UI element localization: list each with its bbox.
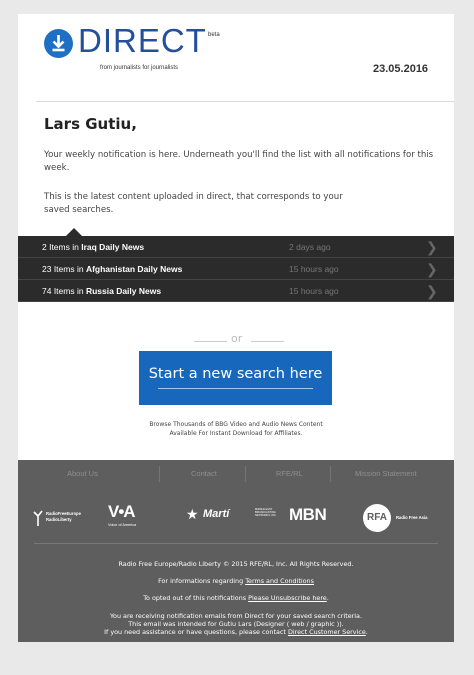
email-card: DIRECT beta from journalists for journal… <box>18 14 454 642</box>
header-divider <box>36 101 454 102</box>
chevron-right-icon[interactable]: ❯ <box>426 283 438 300</box>
saved-search-list: 2 Items in Iraq Daily News 2 days ago ❯ … <box>18 236 454 302</box>
intro-text-2: This is the latest content uploaded in d… <box>44 192 343 215</box>
direct-logo-icon <box>44 29 73 58</box>
chevron-right-icon[interactable]: ❯ <box>426 261 438 278</box>
terms-link[interactable]: Terms and Conditions <box>245 577 314 585</box>
row-label: 74 Items in Russia Daily News <box>42 286 162 296</box>
voa-sub: Voice of America <box>108 523 137 527</box>
assist-prefix: If you need assistance or have questions… <box>104 628 288 636</box>
new-search-button[interactable]: Start a new search here <box>139 351 332 405</box>
marti-logo[interactable]: ★ Martí <box>186 506 229 524</box>
terms-prefix: For informations regarding <box>158 577 246 585</box>
row-label: 2 Items in Iraq Daily News <box>42 242 145 252</box>
greeting: Lars Gutiu, <box>44 115 137 133</box>
rferl-line2: RadioLiberty <box>46 517 72 522</box>
network-logos: RadioFreeEurope RadioLiberty V•A Voice o… <box>18 496 454 538</box>
or-divider-right <box>251 341 284 342</box>
voa-logo[interactable]: V•A Voice of America <box>108 502 136 527</box>
terms-line: For informations regarding Terms and Con… <box>18 577 454 586</box>
voa-mark: V•A <box>108 502 136 521</box>
row-label: 23 Items in Afghanistan Daily News <box>42 264 183 274</box>
optout-suffix: . <box>326 594 329 602</box>
footer-nav: About Us Contact RFE/RL Mission Statemen… <box>18 460 454 490</box>
bbg-note: Browse Thousands of BBG Video and Audio … <box>118 420 354 438</box>
brand-name: DIRECT <box>78 22 207 59</box>
email-header: DIRECT beta from journalists for journal… <box>18 14 454 102</box>
new-search-label: Start a new search here <box>148 366 323 382</box>
assist-line: If you need assistance or have questions… <box>18 628 454 637</box>
footer-nav-separator <box>245 466 246 482</box>
button-underline <box>158 388 313 389</box>
torch-icon <box>33 510 43 526</box>
optout-prefix: To opted out of this notifications <box>143 594 249 602</box>
optout-line: To opted out of this notifications Pleas… <box>18 594 454 603</box>
footer-link-mission[interactable]: Mission Statement <box>355 469 417 478</box>
rfa-mark: RFA <box>363 504 391 532</box>
row-time: 15 hours ago <box>289 286 339 296</box>
footer-nav-separator <box>330 466 331 482</box>
rferl-line1: RadioFreeEurope <box>46 511 81 516</box>
saved-search-row[interactable]: 74 Items in Russia Daily News 15 hours a… <box>18 280 454 302</box>
star-icon: ★ <box>186 506 199 522</box>
customer-service-link[interactable]: Direct Customer Service <box>288 628 366 636</box>
row-time: 15 hours ago <box>289 264 339 274</box>
footer-link-rferl[interactable]: RFE/RL <box>276 469 303 478</box>
saved-search-row[interactable]: 23 Items in Afghanistan Daily News 15 ho… <box>18 258 454 280</box>
or-label: or <box>231 332 243 345</box>
bbg-note-line1: Browse Thousands of BBG Video and Audio … <box>149 421 323 428</box>
email-footer: About Us Contact RFE/RL Mission Statemen… <box>18 460 454 642</box>
mbn-mark: MBN <box>289 505 327 524</box>
chevron-right-icon[interactable]: ❯ <box>426 239 438 256</box>
footer-link-about[interactable]: About Us <box>67 469 98 478</box>
footer-nav-separator <box>159 466 160 482</box>
rfa-text: Radio Free Asia <box>396 515 428 520</box>
intro-text: Your weekly notification is here. Undern… <box>44 150 434 173</box>
footer-divider <box>34 543 438 544</box>
assist-suffix: . <box>365 628 368 636</box>
saved-search-row[interactable]: 2 Items in Iraq Daily News 2 days ago ❯ <box>18 236 454 258</box>
email-date: 23.05.2016 <box>373 63 429 75</box>
brand-tagline: from journalists for journalists <box>100 65 179 71</box>
copyright: Radio Free Europe/Radio Liberty © 2015 R… <box>118 560 354 568</box>
footer-link-contact[interactable]: Contact <box>191 469 217 478</box>
mbn-small-text: MIDDLE EAST BROADCASTING NETWORKS, INC. <box>255 508 277 518</box>
unsubscribe-link[interactable]: Please Unsubscribe here <box>248 594 327 602</box>
row-time: 2 days ago <box>289 242 331 252</box>
or-divider-left <box>194 341 227 342</box>
beta-label: beta <box>208 32 220 38</box>
bbg-note-line2: Available For Instant Download for Affil… <box>169 430 303 437</box>
marti-mark: Martí <box>203 508 230 520</box>
